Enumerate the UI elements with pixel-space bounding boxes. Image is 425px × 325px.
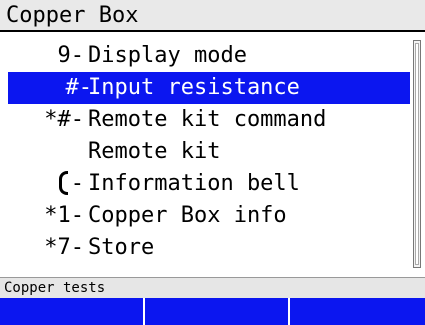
window-title: Copper Box <box>6 3 139 28</box>
menu-item-information-bell[interactable]: - Information bell <box>0 168 410 200</box>
menu-item-store[interactable]: *7- Store <box>0 232 410 264</box>
menu-item-label: Remote kit <box>88 139 221 164</box>
menu-item-label: Display mode <box>88 43 247 68</box>
menu-item-key-text: - <box>70 171 84 196</box>
softkey-bar <box>0 298 425 325</box>
menu-item-remote-kit-command[interactable]: *#- Remote kit command <box>0 104 410 136</box>
menu-scrollbar[interactable] <box>413 40 421 268</box>
menu-item-key: *7- <box>44 235 84 260</box>
status-text: Copper tests <box>4 280 106 296</box>
softkey-1[interactable] <box>0 298 145 325</box>
menu-item-key-with-icon: - <box>57 168 84 200</box>
menu-item-label: Remote kit command <box>88 107 327 132</box>
menu-item-key: *1- <box>44 203 84 228</box>
bell-icon <box>57 169 71 195</box>
menu-item-label: Store <box>88 235 155 260</box>
menu-item-remote-kit[interactable]: Remote kit <box>0 136 410 168</box>
softkey-3[interactable] <box>290 298 425 325</box>
menu-item-input-resistance[interactable]: #- Input resistance <box>8 72 410 104</box>
status-bar: Copper tests <box>0 277 425 298</box>
menu-item-label: Input resistance <box>88 75 300 100</box>
menu-item-copper-box-info[interactable]: *1- Copper Box info <box>0 200 410 232</box>
menu-item-key: *#- <box>44 107 84 132</box>
title-bar: Copper Box <box>0 0 425 32</box>
softkey-2[interactable] <box>145 298 290 325</box>
menu-item-label: Copper Box info <box>88 203 287 228</box>
menu-item-display-mode[interactable]: 9- Display mode <box>0 40 410 72</box>
scrollbar-thumb[interactable] <box>415 43 419 265</box>
device-screen: Copper Box 9- Display mode #- Input resi… <box>0 0 425 325</box>
menu-item-key: 9- <box>57 43 85 68</box>
menu-item-label: Information bell <box>88 171 300 196</box>
